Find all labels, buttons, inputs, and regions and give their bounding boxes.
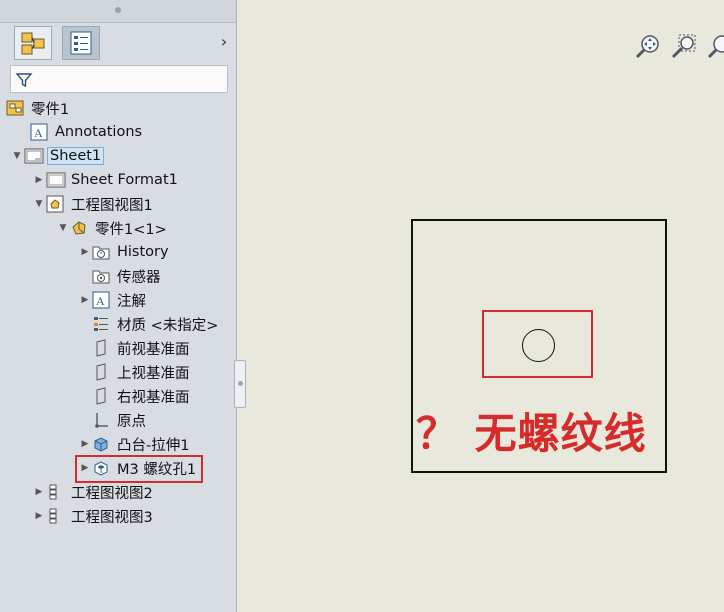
- tree-item-label: Sheet Format1: [71, 172, 178, 188]
- svg-text:A: A: [34, 126, 43, 140]
- tree-item-part[interactable]: ▼ 零件1<1>: [56, 217, 169, 239]
- material-icon: [92, 315, 110, 333]
- tree-item-origin[interactable]: 原点: [78, 409, 148, 431]
- part-icon: [70, 219, 88, 237]
- chevron-right-icon[interactable]: ▶: [78, 247, 92, 257]
- chevron-down-icon[interactable]: ▼: [56, 223, 70, 233]
- annotation-text: ？ 无螺纹线: [416, 409, 647, 458]
- hole-circle[interactable]: [522, 329, 555, 362]
- tree-item-label: 上视基准面: [117, 365, 190, 382]
- plane-icon: [92, 339, 110, 357]
- tree-tab-icon: [21, 32, 45, 55]
- zoom-area-button[interactable]: [670, 33, 698, 61]
- panel-header: [0, 0, 236, 23]
- origin-icon: [92, 411, 110, 429]
- chevron-right-icon[interactable]: ▶: [32, 511, 46, 521]
- panel-splitter-handle[interactable]: [234, 360, 246, 408]
- drawing-view-icon: [46, 483, 64, 501]
- sheet-format-icon: [46, 171, 66, 189]
- tree-item-material[interactable]: 材质 <未指定>: [78, 313, 220, 335]
- drawing-view-icon: [46, 195, 64, 213]
- plane-icon: [92, 363, 110, 381]
- tree-item-notes[interactable]: ▶ A 注解: [78, 289, 148, 311]
- chevron-down-icon[interactable]: ▼: [32, 199, 46, 209]
- drawing-icon: [6, 99, 24, 117]
- tree-item-label: 材质 <未指定>: [117, 317, 219, 334]
- tree-item-right-plane[interactable]: 右视基准面: [78, 385, 192, 407]
- m3-hole-highlight-box: [75, 455, 203, 483]
- svg-text:A: A: [96, 294, 105, 308]
- tree-item-label: Annotations: [55, 124, 143, 140]
- tree-item-root[interactable]: 零件1: [6, 97, 71, 119]
- chevron-right-icon[interactable]: ▶: [32, 487, 46, 497]
- filter-input[interactable]: [10, 65, 228, 93]
- tree-item-sheet-format[interactable]: ▶ Sheet Format1: [32, 169, 180, 191]
- zoom-to-fit-icon: [635, 35, 659, 59]
- annotation-icon: A: [92, 291, 110, 309]
- tree-item-label: 注解: [117, 293, 146, 310]
- tree-item-sensors[interactable]: 传感器: [78, 265, 163, 287]
- tree-item-label: 零件1<1>: [95, 221, 167, 238]
- history-folder-icon: [92, 243, 110, 261]
- plane-icon: [92, 387, 110, 405]
- chevron-right-icon[interactable]: ▶: [78, 439, 92, 449]
- chevron-right-icon[interactable]: ▶: [32, 175, 46, 185]
- tree-item-label: Sheet1: [47, 147, 105, 165]
- tree-item-view2[interactable]: ▶ 工程图视图2: [32, 481, 155, 503]
- tree-item-label: 凸台-拉伸1: [117, 437, 190, 454]
- tree-item-label: 右视基准面: [117, 389, 190, 406]
- tree-item-label: 零件1: [31, 101, 70, 118]
- sheet-icon: [24, 147, 44, 165]
- tree-item-label: 传感器: [117, 269, 161, 286]
- zoom-button[interactable]: [706, 33, 724, 61]
- drawing-view-icon: [46, 507, 64, 525]
- tab-feature-tree[interactable]: [14, 26, 52, 60]
- chevron-down-icon[interactable]: ▼: [10, 151, 24, 161]
- splitter-grip: [238, 381, 243, 386]
- tree-item-label: 工程图视图2: [71, 485, 153, 502]
- zoom-to-fit-button[interactable]: [634, 33, 662, 61]
- panel-grip[interactable]: [115, 7, 121, 13]
- tree-item-front-plane[interactable]: 前视基准面: [78, 337, 192, 359]
- feature-manager-panel: › 零件1 A Annotations ▼ Sheet1 ▶ Sheet For…: [0, 0, 237, 612]
- tree-item-label: 工程图视图1: [71, 197, 153, 214]
- tree-item-annotations[interactable]: A Annotations: [16, 121, 144, 143]
- tree-item-label: 前视基准面: [117, 341, 190, 358]
- zoom-icon: [707, 35, 724, 59]
- tree-item-label: 工程图视图3: [71, 509, 153, 526]
- tree-item-label: History: [117, 244, 169, 260]
- tree-item-view3[interactable]: ▶ 工程图视图3: [32, 505, 155, 527]
- property-tab-icon: [70, 31, 92, 55]
- tree-item-boss-extrude[interactable]: ▶ 凸台-拉伸1: [78, 433, 191, 455]
- tree-item-label: 原点: [117, 413, 146, 430]
- filter-icon: [15, 73, 33, 88]
- panel-expand-chevron-icon[interactable]: ›: [216, 32, 232, 51]
- tab-property-manager[interactable]: [62, 26, 100, 60]
- sensor-folder-icon: [92, 267, 110, 285]
- tree-item-top-plane[interactable]: 上视基准面: [78, 361, 192, 383]
- annotation-icon: A: [30, 123, 48, 141]
- tree-item-history[interactable]: ▶ History: [78, 241, 171, 263]
- zoom-area-icon: [671, 34, 696, 59]
- extrude-icon: [92, 435, 110, 453]
- chevron-right-icon[interactable]: ▶: [78, 295, 92, 305]
- tree-item-view1[interactable]: ▼ 工程图视图1: [32, 193, 155, 215]
- tree-item-sheet[interactable]: ▼ Sheet1: [10, 145, 105, 167]
